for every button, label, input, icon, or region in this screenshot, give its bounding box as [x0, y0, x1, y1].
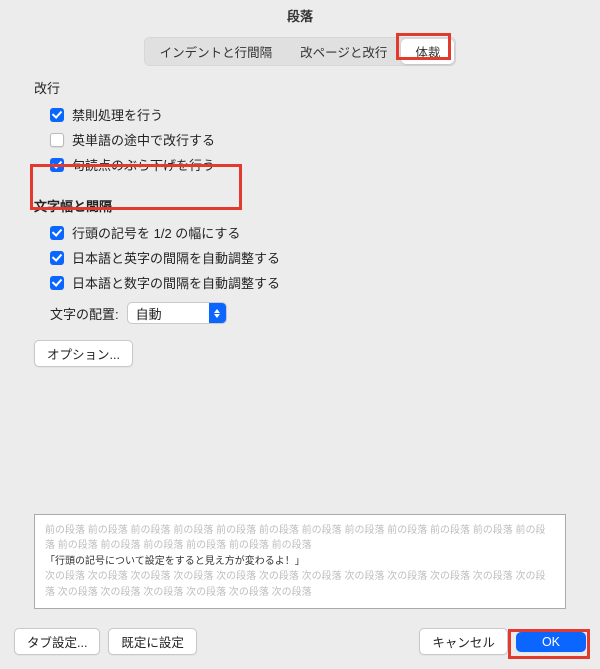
label-english-words: 英単語の途中で改行する: [72, 130, 215, 149]
alignment-label: 文字の配置:: [50, 304, 119, 323]
label-forbidden: 禁則処理を行う: [72, 105, 163, 124]
preview-current: 「行頭の記号について設定をすると見え方が変わるよ！」: [45, 554, 555, 570]
checkbox-punct-hang[interactable]: [50, 158, 64, 172]
row-jp-num-space[interactable]: 日本語と数字の間隔を自動調整する: [50, 273, 566, 292]
tab-settings-button[interactable]: タブ設定...: [14, 628, 100, 655]
alignment-select[interactable]: 自動: [127, 302, 227, 324]
options-button[interactable]: オプション...: [34, 340, 133, 367]
section-spacing-title: 文字幅と間隔: [34, 196, 566, 215]
chevron-up-down-icon: [209, 303, 226, 323]
window-title: 段落: [0, 0, 600, 33]
checkbox-jp-en-space[interactable]: [50, 251, 64, 265]
checkbox-jp-num-space[interactable]: [50, 276, 64, 290]
preview-area: 前の段落 前の段落 前の段落 前の段落 前の段落 前の段落 前の段落 前の段落 …: [34, 502, 566, 610]
footer: タブ設定... 既定に設定 キャンセル OK: [14, 628, 586, 655]
checkbox-forbidden[interactable]: [50, 108, 64, 122]
label-jp-num-space: 日本語と数字の間隔を自動調整する: [72, 273, 280, 292]
preview-next: 次の段落 次の段落 次の段落 次の段落 次の段落 次の段落 次の段落 次の段落 …: [45, 569, 555, 600]
checkbox-english-words[interactable]: [50, 133, 64, 147]
label-punct-hang: 句読点のぶら下げを行う: [72, 155, 215, 174]
row-forbidden[interactable]: 禁則処理を行う: [50, 105, 566, 124]
paragraph-dialog: 段落 インデントと行間隔 改ページと改行 体裁 改行 禁則処理を行う 英単語の途…: [0, 0, 600, 669]
label-halfwidth-first: 行頭の記号を 1/2 の幅にする: [72, 223, 240, 242]
alignment-value: 自動: [136, 304, 162, 323]
preview-prev: 前の段落 前の段落 前の段落 前の段落 前の段落 前の段落 前の段落 前の段落 …: [45, 523, 555, 554]
tab-pagebreak[interactable]: 改ページと改行: [286, 39, 401, 64]
content-area: 改行 禁則処理を行う 英単語の途中で改行する 句読点のぶら下げを行う 文字幅と間…: [0, 78, 600, 367]
ok-button[interactable]: OK: [516, 632, 586, 652]
tab-typography[interactable]: 体裁: [401, 39, 454, 64]
cancel-button[interactable]: キャンセル: [419, 628, 508, 655]
checkbox-halfwidth-first[interactable]: [50, 226, 64, 240]
section-linebreak-title: 改行: [34, 78, 566, 97]
tab-indent[interactable]: インデントと行間隔: [146, 39, 287, 64]
preview-box: 前の段落 前の段落 前の段落 前の段落 前の段落 前の段落 前の段落 前の段落 …: [34, 514, 566, 610]
tab-segment: インデントと行間隔 改ページと改行 体裁: [144, 37, 457, 66]
alignment-row: 文字の配置: 自動: [50, 302, 566, 324]
row-jp-en-space[interactable]: 日本語と英字の間隔を自動調整する: [50, 248, 566, 267]
row-punct-hang[interactable]: 句読点のぶら下げを行う: [50, 155, 566, 174]
tab-bar: インデントと行間隔 改ページと改行 体裁: [0, 37, 600, 66]
label-jp-en-space: 日本語と英字の間隔を自動調整する: [72, 248, 280, 267]
row-halfwidth-first[interactable]: 行頭の記号を 1/2 の幅にする: [50, 223, 566, 242]
row-english-words[interactable]: 英単語の途中で改行する: [50, 130, 566, 149]
set-default-button[interactable]: 既定に設定: [108, 628, 197, 655]
